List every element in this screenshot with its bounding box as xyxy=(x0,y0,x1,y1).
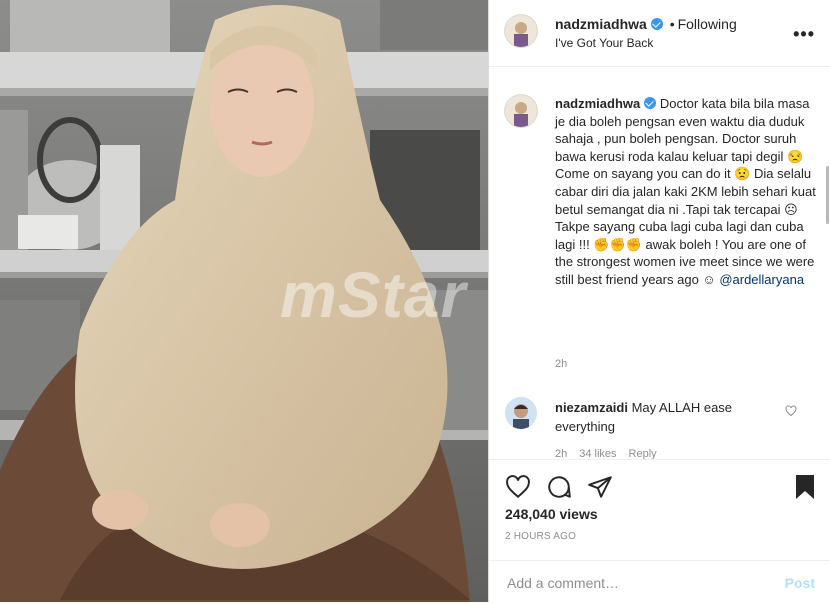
commenter-avatar[interactable] xyxy=(505,397,537,429)
author-username[interactable]: nadzmiadhwa xyxy=(555,16,647,32)
comments-scroll-area[interactable]: nadzmiadhwa Doctor kata bila bila masa j… xyxy=(489,67,830,459)
caption-mention-link[interactable]: @ardellaryana xyxy=(719,272,804,287)
post-comment-button[interactable]: Post xyxy=(785,575,815,591)
audio-label[interactable]: I've Got Your Back xyxy=(555,36,653,50)
commenter-avatar-image xyxy=(505,397,537,429)
scrollbar-thumb[interactable] xyxy=(826,166,829,224)
watermark-text: mStar xyxy=(280,259,467,331)
verified-badge-icon xyxy=(644,97,657,109)
caption-text: Doctor kata bila bila masa je dia boleh … xyxy=(555,96,816,287)
share-icon[interactable] xyxy=(587,474,613,500)
add-comment-bar: Post xyxy=(489,560,830,603)
comment-icon[interactable] xyxy=(546,474,572,500)
comment-meta: 2h 34 likes Reply xyxy=(555,448,669,459)
caption-username[interactable]: nadzmiadhwa xyxy=(555,96,640,111)
heart-icon[interactable] xyxy=(505,474,531,500)
post-caption: nadzmiadhwa Doctor kata bila bila masa j… xyxy=(555,95,817,289)
comment-reply-button[interactable]: Reply xyxy=(629,448,657,459)
author-avatar[interactable] xyxy=(505,15,537,47)
follow-separator: • xyxy=(669,16,675,32)
post-header: nadzmiadhwa • Following I've Got Your Bac… xyxy=(489,0,830,67)
commenter-username[interactable]: niezamzaidi xyxy=(555,400,628,415)
views-count[interactable]: 248,040 views xyxy=(505,506,598,522)
caption-author-avatar[interactable] xyxy=(505,95,537,127)
add-comment-input[interactable] xyxy=(505,571,759,595)
author-avatar-image xyxy=(505,15,537,47)
comment-like-heart-icon[interactable] xyxy=(785,405,797,417)
following-button[interactable]: Following xyxy=(678,16,737,32)
header-user-line: nadzmiadhwa • Following xyxy=(555,16,737,32)
caption-avatar-image xyxy=(505,95,537,127)
bookmark-icon[interactable] xyxy=(793,474,817,500)
verified-badge-icon xyxy=(650,18,663,30)
post-photo[interactable]: mStar xyxy=(0,0,488,602)
more-icon[interactable]: ••• xyxy=(793,24,815,45)
comment-likes[interactable]: 34 likes xyxy=(579,448,616,459)
comment-item: niezamzaidi May ALLAH ease everything xyxy=(555,398,779,436)
comment-time: 2h xyxy=(555,448,568,459)
instagram-post-window: mStar nadzmiadhwa • Following I've Got Yo… xyxy=(0,0,830,602)
post-sidebar: nadzmiadhwa • Following I've Got Your Bac… xyxy=(488,0,830,602)
caption-time: 2h xyxy=(555,358,568,370)
posted-time: 2 HOURS AGO xyxy=(505,531,577,542)
action-bar xyxy=(489,459,830,540)
